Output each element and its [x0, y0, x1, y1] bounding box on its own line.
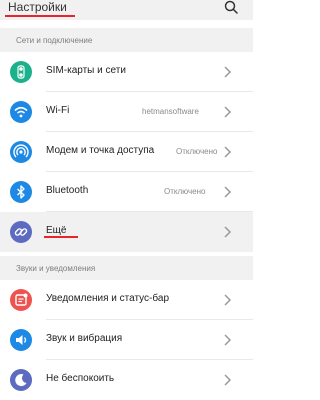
bluetooth-icon: [10, 181, 32, 203]
chevron-right-icon: [224, 374, 232, 386]
chevron-right-icon: [224, 146, 232, 158]
row-sound-label: Звук и вибрация: [46, 333, 123, 344]
search-icon[interactable]: [224, 0, 238, 14]
row-wifi-label: Wi-Fi: [46, 105, 70, 116]
page-title: Настройки: [8, 0, 67, 14]
section-sound-label: Звуки и уведомления: [16, 264, 96, 273]
row-bluetooth-label: Bluetooth: [46, 185, 89, 196]
moon-icon: [10, 369, 32, 391]
link-icon: [10, 221, 32, 243]
row-wifi-value: hetmansoftware: [142, 107, 199, 116]
row-bluetooth[interactable]: Bluetooth Отключено: [0, 172, 253, 212]
row-hotspot-value: Отключено: [176, 147, 218, 156]
chevron-right-icon: [224, 106, 232, 118]
row-sim-label: SIM-карты и сети: [46, 65, 126, 76]
section-network-label: Сети и подключение: [16, 36, 93, 45]
chevron-right-icon: [224, 66, 232, 78]
section-network: Сети и подключение: [0, 28, 253, 52]
title-underline: [5, 15, 75, 17]
row-hotspot[interactable]: Модем и точка доступа Отключено: [0, 132, 253, 172]
chevron-right-icon: [224, 294, 232, 306]
sound-icon: [10, 329, 32, 351]
row-dnd-label: Не беспокоить: [46, 373, 115, 384]
row-bluetooth-value: Отключено: [164, 187, 206, 196]
row-wifi[interactable]: Wi-Fi hetmansoftware: [0, 92, 253, 132]
highlight-underline: [44, 236, 78, 238]
row-more[interactable]: Ещё: [0, 212, 253, 252]
section-sound: Звуки и уведомления: [0, 256, 253, 280]
row-notifications-label: Уведомления и статус-бар: [46, 293, 170, 304]
row-dnd[interactable]: Не беспокоить: [0, 360, 253, 400]
chevron-right-icon: [224, 186, 232, 198]
sim-icon: [10, 61, 32, 83]
row-sound[interactable]: Звук и вибрация: [0, 320, 253, 360]
hotspot-icon: [10, 141, 32, 163]
row-sim[interactable]: SIM-карты и сети: [0, 52, 253, 92]
row-notifications[interactable]: Уведомления и статус-бар: [0, 280, 253, 320]
row-hotspot-label: Модем и точка доступа: [46, 145, 155, 156]
notification-icon: [10, 289, 32, 311]
chevron-right-icon: [224, 334, 232, 346]
header: Настройки: [0, 0, 253, 20]
chevron-right-icon: [224, 226, 232, 238]
row-more-label: Ещё: [46, 225, 67, 236]
wifi-icon: [10, 101, 32, 123]
